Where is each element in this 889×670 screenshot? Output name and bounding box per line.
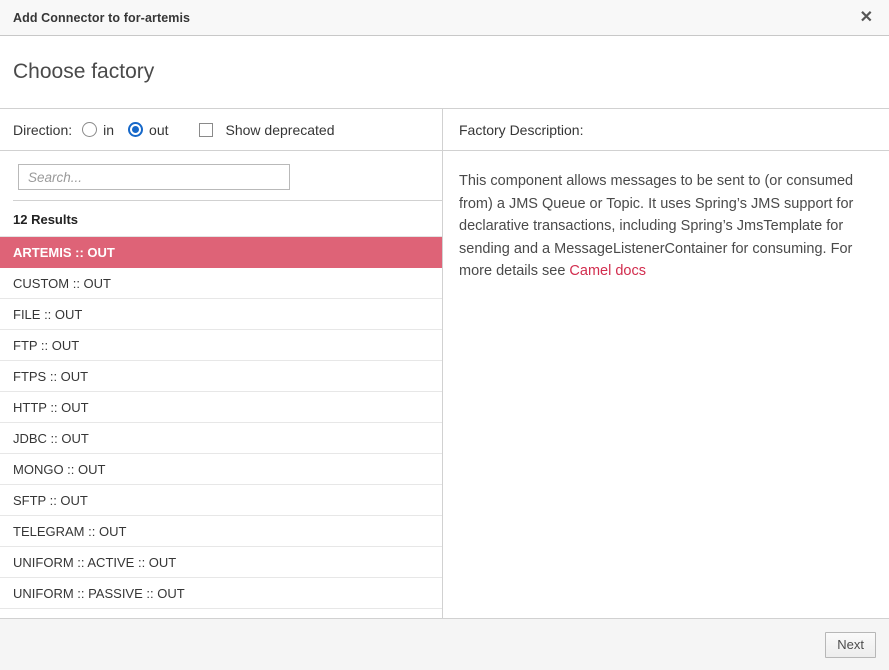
list-item[interactable]: FTPS :: OUT — [0, 361, 442, 392]
dialog-title-bar: Add Connector to for-artemis ✕ — [0, 0, 889, 36]
direction-label: Direction: — [13, 122, 72, 138]
direction-out-radio[interactable] — [128, 122, 143, 137]
list-item[interactable]: JDBC :: OUT — [0, 423, 442, 454]
dialog-title: Add Connector to for-artemis — [13, 11, 190, 25]
factory-list-panel: Direction: in out Show deprecated 12 Res… — [0, 109, 443, 618]
list-item[interactable]: UNIFORM :: ACTIVE :: OUT — [0, 547, 442, 578]
list-item[interactable]: CUSTOM :: OUT — [0, 268, 442, 299]
factory-description-header: Factory Description: — [443, 109, 889, 151]
list-item[interactable]: SFTP :: OUT — [0, 485, 442, 516]
list-item[interactable]: MONGO :: OUT — [0, 454, 442, 485]
page-title: Choose factory — [13, 60, 154, 84]
camel-docs-link[interactable]: Camel docs — [569, 263, 646, 279]
search-input[interactable] — [18, 164, 290, 190]
dialog-heading-bar: Choose factory — [0, 36, 889, 109]
dialog-content: Direction: in out Show deprecated 12 Res… — [0, 109, 889, 618]
list-item[interactable]: HTTP :: OUT — [0, 392, 442, 423]
direction-filter-row: Direction: in out Show deprecated — [0, 109, 442, 151]
add-connector-dialog: Add Connector to for-artemis ✕ Choose fa… — [0, 0, 889, 670]
search-section — [0, 151, 442, 200]
list-item[interactable]: UNIFORM :: PASSIVE :: OUT — [0, 578, 442, 609]
description-text: This component allows messages to be sen… — [459, 173, 853, 279]
list-item[interactable]: TELEGRAM :: OUT — [0, 516, 442, 547]
results-count: 12 Results — [0, 201, 442, 236]
list-item[interactable]: ARTEMIS :: OUT — [0, 237, 442, 268]
dialog-footer: Next — [0, 618, 889, 670]
direction-in-radio[interactable] — [82, 122, 97, 137]
factory-description-text: This component allows messages to be sen… — [443, 151, 889, 283]
close-icon[interactable]: ✕ — [860, 10, 873, 26]
show-deprecated-checkbox[interactable] — [199, 123, 213, 137]
show-deprecated-label[interactable]: Show deprecated — [226, 122, 335, 138]
factory-description-panel: Factory Description: This component allo… — [443, 109, 889, 618]
direction-in-label[interactable]: in — [103, 122, 114, 138]
list-item[interactable]: FILE :: OUT — [0, 299, 442, 330]
direction-out-label[interactable]: out — [149, 122, 168, 138]
list-item[interactable]: FTP :: OUT — [0, 330, 442, 361]
next-button[interactable]: Next — [825, 632, 876, 658]
factory-list: ARTEMIS :: OUT CUSTOM :: OUT FILE :: OUT… — [0, 236, 442, 618]
